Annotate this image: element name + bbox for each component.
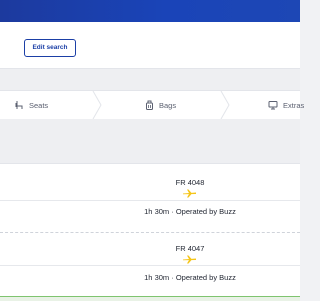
spacer bbox=[0, 69, 300, 90]
divider bbox=[0, 265, 300, 266]
flight-number: FR 4047 bbox=[175, 244, 205, 253]
selected-fare-accent bbox=[0, 296, 300, 301]
step-bags[interactable]: Bags bbox=[145, 91, 176, 119]
step-divider-chevron bbox=[92, 91, 102, 119]
booking-steps-nav: Seats Bags Extras bbox=[0, 90, 304, 120]
edit-search-button[interactable]: Edit search bbox=[24, 39, 76, 57]
extras-icon bbox=[268, 100, 278, 110]
seat-icon bbox=[15, 100, 24, 110]
step-divider-chevron bbox=[220, 91, 230, 119]
spacer bbox=[0, 119, 300, 163]
step-extras[interactable]: Extras bbox=[268, 91, 304, 119]
step-extras-label: Extras bbox=[283, 100, 305, 110]
plane-icon bbox=[183, 255, 196, 264]
top-header-bar bbox=[0, 0, 300, 22]
plane-icon bbox=[183, 189, 196, 198]
step-seats[interactable]: Seats bbox=[15, 91, 48, 119]
flight-duration-operator: 1h 30m · Operated by Buzz bbox=[144, 207, 236, 216]
flight-number: FR 4048 bbox=[175, 178, 205, 187]
search-summary-bar: Edit search bbox=[0, 22, 300, 69]
flight-separator bbox=[0, 232, 300, 233]
flight-duration-operator: 1h 30m · Operated by Buzz bbox=[144, 273, 236, 282]
step-bags-label: Bags bbox=[159, 100, 177, 110]
bag-icon bbox=[145, 100, 154, 110]
flights-list: FR 4048 1h 30m · Operated by Buzz FR 404… bbox=[0, 163, 300, 301]
step-seats-label: Seats bbox=[29, 100, 49, 110]
divider bbox=[0, 200, 300, 201]
